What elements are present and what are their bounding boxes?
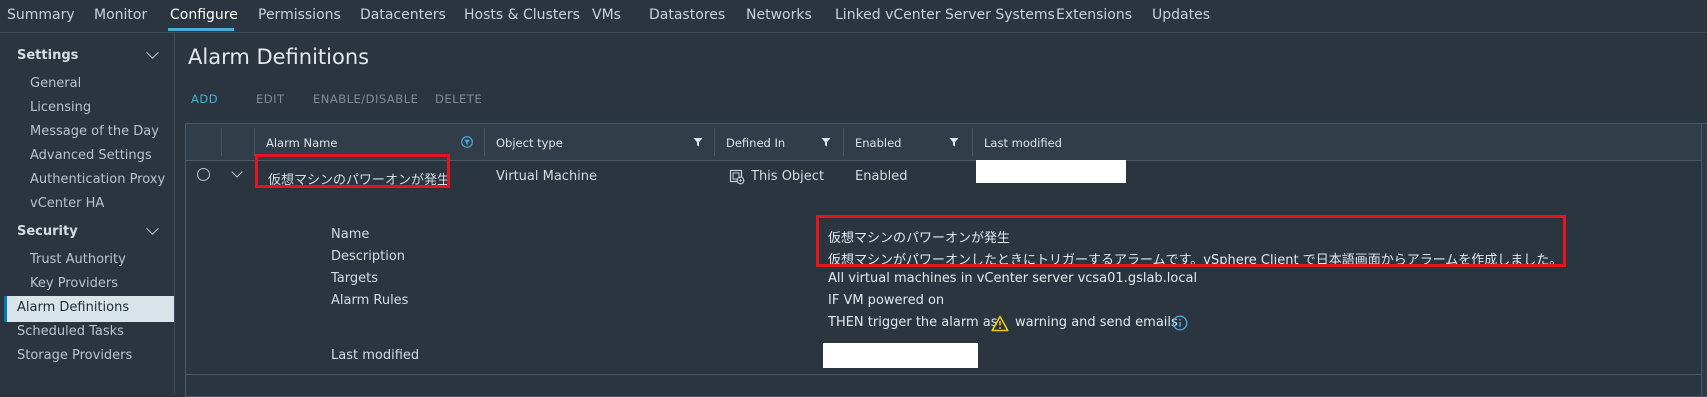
tab-vms[interactable]: VMs <box>592 7 621 23</box>
vcenter-object-icon <box>729 169 745 185</box>
sidebar-item-vcenter-ha[interactable]: vCenter HA <box>30 196 104 211</box>
filter-icon[interactable] <box>820 136 832 148</box>
alarm-definitions-grid: Alarm Name Object type Defined In Enable… <box>185 123 1707 397</box>
highlight-annotation <box>816 215 1566 267</box>
tab-permissions[interactable]: Permissions <box>258 7 341 23</box>
column-divider <box>221 128 222 156</box>
column-divider[interactable] <box>843 128 844 156</box>
add-button[interactable]: ADD <box>191 92 218 106</box>
column-divider[interactable] <box>714 128 715 156</box>
column-divider[interactable] <box>484 128 485 156</box>
sidebar-selected-indicator <box>4 296 7 322</box>
sidebar-item-general[interactable]: General <box>30 76 81 91</box>
tab-datastores[interactable]: Datastores <box>649 7 725 23</box>
chevron-down-icon[interactable] <box>231 166 243 178</box>
detail-rule-then-prefix: THEN trigger the alarm as <box>828 315 998 330</box>
row-defined-in: This Object <box>751 169 825 184</box>
row-select-radio[interactable] <box>197 168 210 181</box>
detail-rules-label: Alarm Rules <box>331 293 409 308</box>
tab-updates[interactable]: Updates <box>1152 7 1210 23</box>
tab-datacenters[interactable]: Datacenters <box>360 7 446 23</box>
row-enabled: Enabled <box>855 169 908 184</box>
tab-monitor[interactable]: Monitor <box>94 7 147 23</box>
page-title: Alarm Definitions <box>188 45 370 69</box>
sidebar-item-trust-authority[interactable]: Trust Authority <box>30 252 126 267</box>
redacted-last-modified <box>976 160 1126 183</box>
scrollbar[interactable] <box>1701 124 1707 396</box>
chevron-down-icon[interactable] <box>146 46 159 59</box>
detail-rule-then-suffix: warning and send emails <box>1015 315 1178 330</box>
main-content: Alarm Definitions ADD EDIT ENABLE/DISABL… <box>175 33 1707 397</box>
info-icon[interactable] <box>1172 315 1188 331</box>
sidebar-item-key-providers[interactable]: Key Providers <box>30 276 118 291</box>
filter-icon[interactable] <box>948 136 960 148</box>
column-divider[interactable] <box>972 128 973 156</box>
filter-icon[interactable] <box>692 136 704 148</box>
sidebar-item-message-of-the-day[interactable]: Message of the Day <box>30 124 159 139</box>
column-header-last-modified[interactable]: Last modified <box>984 136 1062 150</box>
detail-last-modified-label: Last modified <box>331 348 420 363</box>
sidebar-item-storage-providers[interactable]: Storage Providers <box>17 348 132 363</box>
tab-linked-vcenter[interactable]: Linked vCenter Server Systems <box>835 7 1055 23</box>
sidebar-item-alarm-definitions[interactable]: Alarm Definitions <box>17 300 129 315</box>
detail-rule-if: IF VM powered on <box>828 293 945 308</box>
grid-divider <box>186 374 1707 375</box>
table-row[interactable]: 仮想マシンのパワーオンが発生 Virtual Machine This Obje… <box>186 154 1707 191</box>
detail-name-label: Name <box>331 227 370 242</box>
highlight-annotation <box>255 154 450 188</box>
column-header-object-type[interactable]: Object type <box>496 136 563 150</box>
column-header-defined-in[interactable]: Defined In <box>726 136 785 150</box>
active-tab-indicator <box>168 28 234 31</box>
tab-hosts-clusters[interactable]: Hosts & Clusters <box>464 7 580 23</box>
column-header-alarm-name[interactable]: Alarm Name <box>266 136 337 150</box>
top-tab-bar: Summary Monitor Configure Permissions Da… <box>0 0 1707 33</box>
edit-button[interactable]: EDIT <box>256 92 285 106</box>
row-object-type: Virtual Machine <box>496 169 598 184</box>
column-header-enabled[interactable]: Enabled <box>855 136 901 150</box>
tab-networks[interactable]: Networks <box>746 7 812 23</box>
detail-targets-label: Targets <box>331 271 378 286</box>
sidebar-section-settings[interactable]: Settings <box>17 48 78 63</box>
tab-configure[interactable]: Configure <box>170 7 238 23</box>
tab-summary[interactable]: Summary <box>7 7 75 23</box>
tab-extensions[interactable]: Extensions <box>1056 7 1132 23</box>
settings-sidebar: Settings General Licensing Message of th… <box>0 33 175 395</box>
sidebar-item-advanced-settings[interactable]: Advanced Settings <box>30 148 152 163</box>
redacted-detail-last-modified <box>823 343 978 368</box>
detail-targets-value: All virtual machines in vCenter server v… <box>828 271 1198 286</box>
detail-description-label: Description <box>331 249 406 264</box>
sidebar-item-scheduled-tasks[interactable]: Scheduled Tasks <box>17 324 124 339</box>
sidebar-item-authentication-proxy[interactable]: Authentication Proxy <box>30 172 165 187</box>
enable-disable-button[interactable]: ENABLE/DISABLE <box>313 92 418 106</box>
sidebar-section-security[interactable]: Security <box>17 224 78 239</box>
chevron-down-icon[interactable] <box>146 222 159 235</box>
sidebar-item-licensing[interactable]: Licensing <box>30 100 91 115</box>
filter-active-icon[interactable] <box>461 136 473 148</box>
column-divider[interactable] <box>254 128 255 156</box>
warning-icon <box>991 315 1009 332</box>
delete-button[interactable]: DELETE <box>435 92 482 106</box>
